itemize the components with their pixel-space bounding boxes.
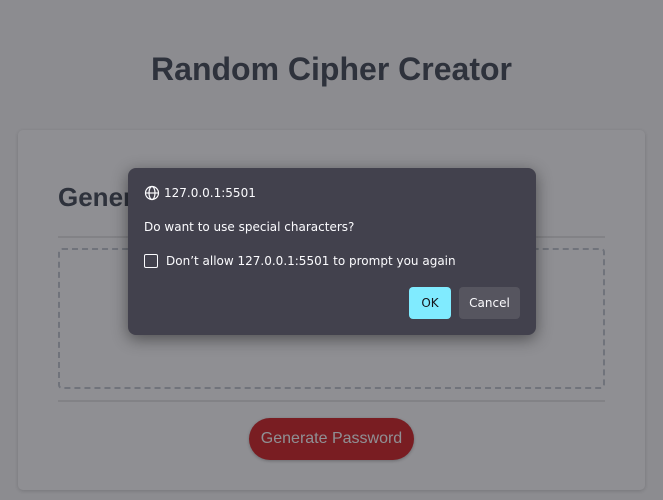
dont-allow-label[interactable]: Don’t allow 127.0.0.1:5501 to prompt you… [166,253,456,269]
dont-allow-checkbox[interactable] [144,254,158,268]
dialog-origin: 127.0.0.1:5501 [144,184,256,201]
dialog-origin-text: 127.0.0.1:5501 [164,185,256,200]
dont-allow-row: Don’t allow 127.0.0.1:5501 to prompt you… [144,253,456,269]
prompt-dialog: 127.0.0.1:5501 Do want to use special ch… [128,168,536,335]
ok-button[interactable]: OK [409,287,451,319]
globe-icon [144,185,160,200]
dialog-message: Do want to use special characters? [144,220,355,234]
cancel-button[interactable]: Cancel [459,287,520,319]
